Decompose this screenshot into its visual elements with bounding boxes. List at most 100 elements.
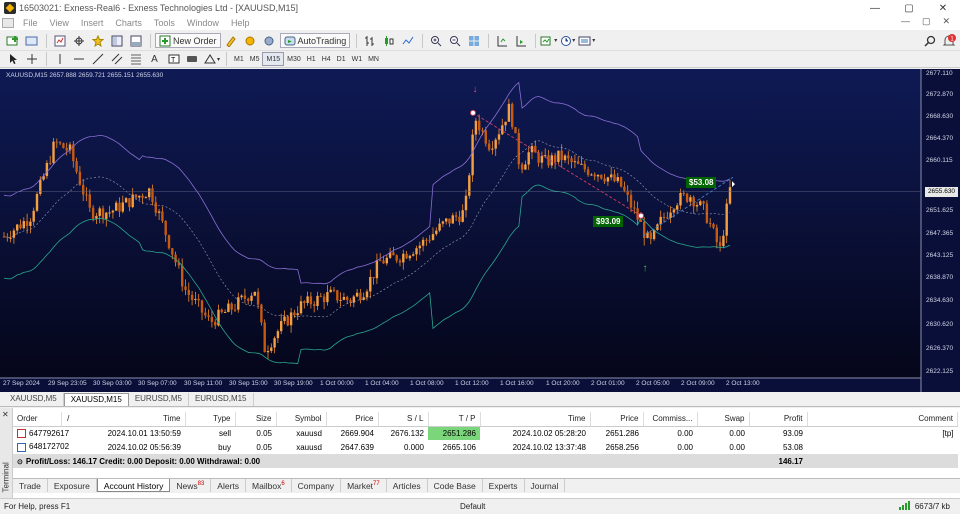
col-time[interactable]: Time xyxy=(75,412,186,427)
chart-tab-xauusd-m15[interactable]: XAUUSD,M15 xyxy=(63,393,129,406)
candlestick-icon[interactable] xyxy=(380,33,397,49)
terminal-tab-experts[interactable]: Experts xyxy=(483,479,525,492)
chart-tab-eurusd-m5[interactable]: EURUSD,M5 xyxy=(129,393,189,406)
candle-body xyxy=(712,224,715,228)
menu-charts[interactable]: Charts xyxy=(109,18,148,28)
text-label-icon[interactable]: T xyxy=(165,51,182,67)
maximize-button[interactable]: ▢ xyxy=(892,0,926,16)
zoom-out-icon[interactable] xyxy=(446,33,463,49)
data-window-icon[interactable] xyxy=(70,33,87,49)
timeframe-m30[interactable]: M30 xyxy=(284,52,304,66)
col-profit[interactable]: Profit xyxy=(749,412,808,427)
terminal-tab-account-history[interactable]: Account History xyxy=(96,479,171,492)
metaeditor-icon[interactable] xyxy=(223,33,240,49)
col-size[interactable]: Size xyxy=(235,412,277,427)
timeframe-m1[interactable]: M1 xyxy=(231,52,247,66)
terminal-tab-articles[interactable]: Articles xyxy=(387,479,428,492)
time-axis-label: 30 Sep 19:00 xyxy=(274,380,313,387)
shapes-icon[interactable]: ▾ xyxy=(203,51,220,67)
col-commission[interactable]: Commiss... xyxy=(643,412,698,427)
price-chart[interactable]: ↓ ↑ XAUUSD,M15 2657.888 2659.721 2655.151… xyxy=(0,69,960,392)
search-icon[interactable] xyxy=(921,33,938,49)
navigator-icon[interactable] xyxy=(89,33,106,49)
arrows-icon[interactable] xyxy=(184,51,201,67)
menu-view[interactable]: View xyxy=(44,18,75,28)
strategy-tester-icon[interactable] xyxy=(127,33,144,49)
mdi-close-button[interactable]: ✕ xyxy=(942,16,950,27)
col-swap[interactable]: Swap xyxy=(697,412,750,427)
col-order[interactable]: Order xyxy=(13,412,62,427)
col-type[interactable]: Type xyxy=(185,412,236,427)
terminal-tab-market[interactable]: Market77 xyxy=(341,479,387,492)
terminal-tab-trade[interactable]: Trade xyxy=(13,479,48,492)
crosshair-icon[interactable] xyxy=(23,51,40,67)
terminal-tab-alerts[interactable]: Alerts xyxy=(211,479,247,492)
chart-shift-icon[interactable] xyxy=(493,33,510,49)
terminal-tab-exposure[interactable]: Exposure xyxy=(48,479,97,492)
terminal-close-icon[interactable]: ✕ xyxy=(2,410,9,419)
line-chart-icon[interactable] xyxy=(399,33,416,49)
col-sl[interactable]: S / L xyxy=(378,412,429,427)
autotrading-label: AutoTrading xyxy=(297,35,347,46)
terminal-tab-company[interactable]: Company xyxy=(292,479,342,492)
chart-canvas[interactable]: ↓↑ xyxy=(0,69,960,392)
horizontal-line-icon[interactable] xyxy=(70,51,87,67)
text-icon[interactable]: A xyxy=(146,51,163,67)
fibonacci-icon[interactable] xyxy=(127,51,144,67)
vertical-line-icon[interactable] xyxy=(51,51,68,67)
candle-body xyxy=(270,347,273,351)
new-chart-icon[interactable] xyxy=(4,33,21,49)
timeframe-w1[interactable]: W1 xyxy=(349,52,366,66)
signals-icon[interactable] xyxy=(242,33,259,49)
chart-tab-eurusd-m15[interactable]: EURUSD,M15 xyxy=(189,393,254,406)
indicators-icon[interactable]: ▾ xyxy=(540,33,557,49)
menu-window[interactable]: Window xyxy=(181,18,225,28)
timeframe-h4[interactable]: H4 xyxy=(319,52,334,66)
history-row[interactable]: 648172702 2024.10.02 05:56:39 buy 0.05 x… xyxy=(13,440,958,454)
autoscroll-icon[interactable] xyxy=(512,33,529,49)
col-price[interactable]: Price xyxy=(326,412,379,427)
menu-insert[interactable]: Insert xyxy=(75,18,110,28)
zoom-in-icon[interactable] xyxy=(427,33,444,49)
timeframe-h1[interactable]: H1 xyxy=(304,52,319,66)
terminal-tab-journal[interactable]: Journal xyxy=(525,479,566,492)
minimize-button[interactable]: — xyxy=(858,0,892,16)
col-close-time[interactable]: Time xyxy=(480,412,591,427)
chart-tab-xauusd-m5[interactable]: XAUUSD,M5 xyxy=(4,393,64,406)
terminal-tab-mailbox[interactable]: Mailbox6 xyxy=(246,479,292,492)
menu-file[interactable]: File xyxy=(17,18,44,28)
menu-help[interactable]: Help xyxy=(225,18,256,28)
candle-body xyxy=(204,312,207,316)
timeframe-m5[interactable]: M5 xyxy=(247,52,263,66)
notifications-icon[interactable]: 1 xyxy=(940,33,957,49)
terminal-tab-code-base[interactable]: Code Base xyxy=(428,479,483,492)
col-comment[interactable]: Comment xyxy=(807,412,958,427)
equidistant-channel-icon[interactable] xyxy=(108,51,125,67)
candle-body xyxy=(134,194,138,198)
templates-icon[interactable]: ▾ xyxy=(578,33,595,49)
col-close-price[interactable]: Price xyxy=(590,412,644,427)
market-watch-icon[interactable] xyxy=(51,33,68,49)
mdi-restore-button[interactable]: ▢ xyxy=(922,16,931,27)
col-tp[interactable]: T / P xyxy=(428,412,481,427)
terminal-tab-news[interactable]: News83 xyxy=(170,479,212,492)
timeframe-d1[interactable]: D1 xyxy=(334,52,349,66)
new-order-button[interactable]: New Order xyxy=(155,33,221,48)
menu-tools[interactable]: Tools xyxy=(148,18,181,28)
profiles-icon[interactable] xyxy=(23,33,40,49)
trendline-icon[interactable] xyxy=(89,51,106,67)
col-symbol[interactable]: Symbol xyxy=(276,412,327,427)
tile-windows-icon[interactable] xyxy=(465,33,482,49)
bar-chart-icon[interactable] xyxy=(361,33,378,49)
periods-icon[interactable]: ▾ xyxy=(559,33,576,49)
mdi-minimize-button[interactable]: — xyxy=(901,16,910,27)
col-sort[interactable]: / xyxy=(61,412,75,427)
timeframe-m15[interactable]: M15 xyxy=(262,52,285,66)
terminal-icon[interactable] xyxy=(108,33,125,49)
vps-icon[interactable] xyxy=(261,33,278,49)
cursor-icon[interactable] xyxy=(4,51,21,67)
close-button[interactable]: ✕ xyxy=(926,0,960,16)
history-row[interactable]: 647792617 2024.10.01 13:50:59 sell 0.05 … xyxy=(13,426,958,440)
autotrading-button[interactable]: AutoTrading xyxy=(279,33,351,48)
timeframe-mn[interactable]: MN xyxy=(365,52,382,66)
